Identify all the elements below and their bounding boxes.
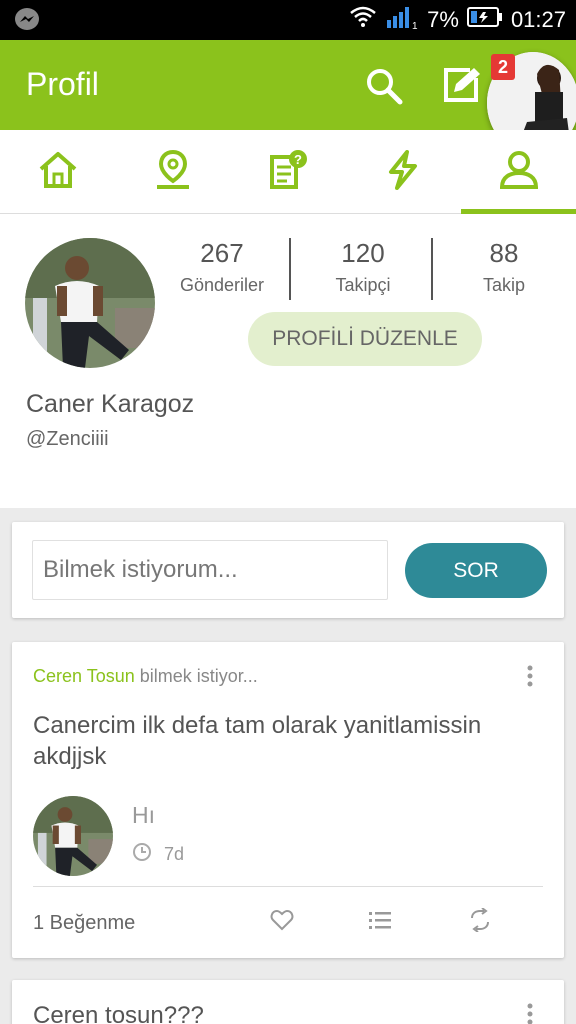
home-icon [38, 150, 78, 195]
divider [33, 886, 543, 887]
profile-header: 267 Gönderiler 120 Takipçi 88 Takip PROF… [0, 214, 576, 508]
stat-following[interactable]: 88 Takip [444, 238, 564, 296]
reply-text: Hı [132, 802, 155, 828]
wifi-icon [349, 6, 377, 34]
post-card: Ceren tosun??? [12, 980, 564, 1024]
battery-percent: 7% [427, 7, 459, 32]
ask-input[interactable]: Bilmek istiyorum... [32, 540, 388, 600]
tab-profile[interactable] [461, 130, 576, 214]
search-icon[interactable] [364, 66, 404, 106]
stat-following-value: 88 [489, 238, 519, 268]
stat-posts-value: 267 [200, 238, 244, 268]
notification-badge[interactable]: 2 [491, 54, 515, 80]
post-question[interactable]: Canercim ilk defa tam olarak yanitlamiss… [33, 710, 533, 772]
tab-location[interactable] [115, 130, 230, 214]
tab-bar: ? [0, 130, 576, 214]
tab-activity[interactable] [345, 130, 460, 214]
clock-icon [132, 842, 152, 867]
profile-avatar[interactable] [25, 238, 155, 368]
heart-icon[interactable] [270, 908, 294, 932]
post-header: Ceren Tosun bilmek istiyor... [33, 666, 258, 687]
signal-icon: 1 [385, 4, 419, 36]
compose-icon[interactable] [440, 64, 482, 106]
messenger-icon [14, 8, 40, 32]
clock: 01:27 [510, 7, 566, 32]
more-options-icon[interactable] [525, 664, 535, 690]
lightning-icon [385, 149, 421, 195]
tab-questions[interactable]: ? [230, 130, 345, 214]
stat-followers[interactable]: 120 Takipçi [303, 238, 423, 296]
page-title: Profil [26, 66, 99, 102]
stat-followers-value: 120 [341, 238, 385, 268]
stat-divider [289, 238, 291, 300]
stat-divider [431, 238, 433, 300]
status-bar: 1 7% 01:27 [0, 0, 576, 40]
reply-time: 7d [132, 842, 184, 867]
ask-button[interactable]: SOR [405, 543, 547, 598]
profile-handle: @Zenciiii [26, 428, 109, 450]
location-icon [153, 149, 193, 196]
battery-charging-icon [466, 6, 503, 34]
question-note-icon: ? [267, 149, 309, 196]
stat-followers-label: Takipçi [335, 275, 391, 295]
svg-text:1: 1 [412, 21, 418, 30]
user-icon [499, 150, 539, 195]
edit-profile-button[interactable]: PROFİLİ DÜZENLE [248, 312, 482, 366]
repost-icon[interactable] [468, 907, 492, 933]
reply-time-value: 7d [164, 844, 185, 864]
stat-posts[interactable]: 267 Gönderiler [162, 238, 282, 296]
reply-avatar[interactable] [33, 796, 113, 876]
list-icon[interactable] [368, 908, 392, 932]
svg-text:?: ? [294, 152, 302, 167]
post-question[interactable]: Ceren tosun??? [33, 1002, 204, 1024]
more-options-icon[interactable] [525, 1002, 535, 1024]
stat-following-label: Takip [482, 275, 526, 295]
profile-name: Caner Karagoz [26, 390, 195, 418]
likes-count[interactable]: 1 Beğenme [33, 912, 135, 935]
app-bar: Profil 2 [0, 40, 576, 154]
stat-posts-label: Gönderiler [179, 275, 265, 295]
tab-home[interactable] [0, 130, 115, 214]
ask-card: Bilmek istiyorum... SOR [12, 522, 564, 618]
post-action-text: bilmek istiyor... [134, 666, 258, 686]
post-card: Ceren Tosun bilmek istiyor... Canercim i… [12, 642, 564, 958]
post-author-link[interactable]: Ceren Tosun [33, 666, 135, 686]
